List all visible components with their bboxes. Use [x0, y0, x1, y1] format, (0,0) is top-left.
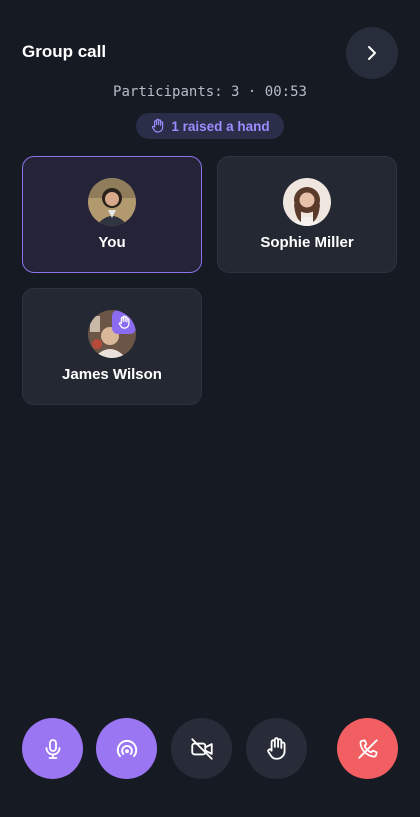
raised-hands-pill[interactable]: 1 raised a hand — [136, 113, 284, 139]
microphone-icon — [45, 738, 60, 759]
avatar — [88, 310, 136, 358]
page-title: Group call — [22, 42, 107, 61]
avatar — [283, 178, 331, 226]
participants-label: Participants — [113, 84, 215, 100]
participant-name: You — [98, 234, 126, 251]
hand-icon — [266, 736, 286, 760]
participants-count: 3 — [231, 84, 240, 100]
participant-tile-james-wilson[interactable]: James Wilson — [22, 288, 202, 405]
hand-icon — [152, 118, 164, 133]
phone-hangup-icon — [357, 738, 378, 759]
participant-tile-you[interactable]: You — [22, 156, 202, 273]
raised-hand-badge — [112, 310, 136, 334]
end-call-button[interactable] — [337, 718, 398, 779]
participant-name: James Wilson — [62, 366, 162, 383]
participant-name: Sophie Miller — [260, 234, 354, 251]
meta-separator: · — [247, 84, 257, 100]
next-button[interactable] — [346, 27, 398, 79]
participant-tile-sophie-miller[interactable]: Sophie Miller — [217, 156, 397, 273]
raise-hand-button[interactable] — [246, 718, 307, 779]
avatar — [88, 178, 136, 226]
broadcast-button[interactable] — [96, 718, 157, 779]
broadcast-icon — [116, 739, 137, 757]
camera-off-icon — [190, 737, 213, 760]
participants-colon: : — [214, 84, 232, 100]
call-info: Participants: 3 · 00:53 — [0, 84, 420, 100]
camera-button[interactable] — [171, 718, 232, 779]
hand-icon — [118, 315, 129, 329]
microphone-button[interactable] — [22, 718, 83, 779]
call-timer: 00:53 — [264, 84, 307, 100]
chevron-right-icon — [368, 46, 376, 60]
raised-hands-text: 1 raised a hand — [171, 118, 270, 134]
